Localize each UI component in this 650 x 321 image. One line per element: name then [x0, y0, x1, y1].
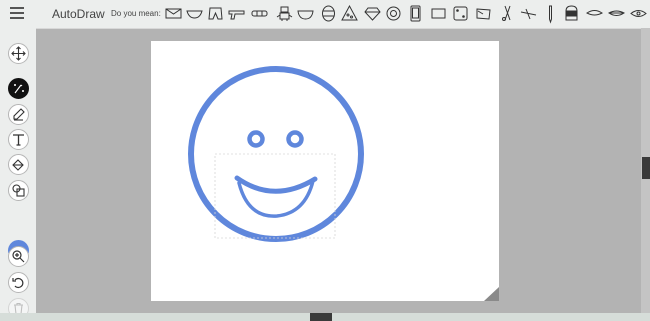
type-tool[interactable]	[8, 129, 29, 150]
suggestion-bowl-half-icon[interactable]	[295, 3, 316, 24]
app-title: AutoDraw	[52, 7, 105, 21]
shapes-icon	[12, 184, 25, 197]
suggestion-box-icon[interactable]	[163, 3, 184, 24]
suggestion-dice-icon[interactable]	[450, 3, 471, 24]
suggestion-helmet-icon[interactable]	[561, 3, 582, 24]
zoom-tool[interactable]	[8, 246, 29, 267]
shape-tool[interactable]	[8, 180, 29, 201]
draw-tool[interactable]	[8, 104, 29, 125]
suggestion-pencil-icon[interactable]	[540, 3, 561, 24]
hamburger-menu-icon[interactable]	[10, 7, 24, 19]
horizontal-scroll-thumb[interactable]	[310, 313, 332, 321]
suggestion-eye-icon[interactable]	[628, 3, 649, 24]
move-tool[interactable]	[8, 43, 29, 64]
move-icon	[11, 46, 26, 61]
suggestion-phone-icon[interactable]	[405, 3, 426, 24]
mouth-top	[234, 175, 318, 194]
undo-tool[interactable]	[8, 272, 29, 293]
paint-bucket-icon	[12, 159, 24, 171]
suggestion-lips-icon-2[interactable]	[606, 3, 627, 24]
suggestion-robot-icon[interactable]	[274, 3, 295, 24]
suggestion-envelope-icon[interactable]	[473, 3, 494, 24]
autodraw-tool[interactable]	[8, 78, 29, 99]
vertical-scroll-thumb[interactable]	[642, 157, 650, 179]
suggestion-gun-icon[interactable]	[226, 3, 247, 24]
zoom-icon	[12, 250, 25, 263]
suggestion-prompt: Do you mean:	[111, 9, 161, 18]
suggestion-scissors-icon[interactable]	[497, 3, 518, 24]
smiley-drawing	[188, 66, 364, 242]
suggestion-lips-icon[interactable]	[584, 3, 605, 24]
canvas-resize-handle[interactable]	[484, 287, 499, 301]
fill-tool[interactable]	[8, 154, 29, 175]
top-bar: AutoDraw Do you mean:	[0, 0, 650, 29]
tool-sidebar	[0, 28, 36, 321]
suggestion-diamond-icon[interactable]	[362, 3, 383, 24]
autodraw-magic-icon	[14, 84, 24, 94]
suggestion-pizza-slice-icon[interactable]	[339, 3, 360, 24]
suggestion-rectangle-icon[interactable]	[428, 3, 449, 24]
suggestion-plane-icon[interactable]	[518, 3, 539, 24]
left-eye	[247, 130, 265, 148]
suggestion-shorts-icon[interactable]	[205, 3, 226, 24]
suggestion-gear-icon[interactable]	[383, 3, 404, 24]
undo-icon	[12, 277, 24, 289]
text-icon	[13, 134, 24, 146]
right-eye	[286, 130, 304, 148]
suggestion-easter-egg-icon[interactable]	[318, 3, 339, 24]
pencil-icon	[13, 108, 25, 121]
drawing-canvas[interactable]	[151, 41, 499, 301]
suggestion-bandage-icon[interactable]	[249, 3, 270, 24]
suggestion-bowl-icon[interactable]	[184, 3, 205, 24]
